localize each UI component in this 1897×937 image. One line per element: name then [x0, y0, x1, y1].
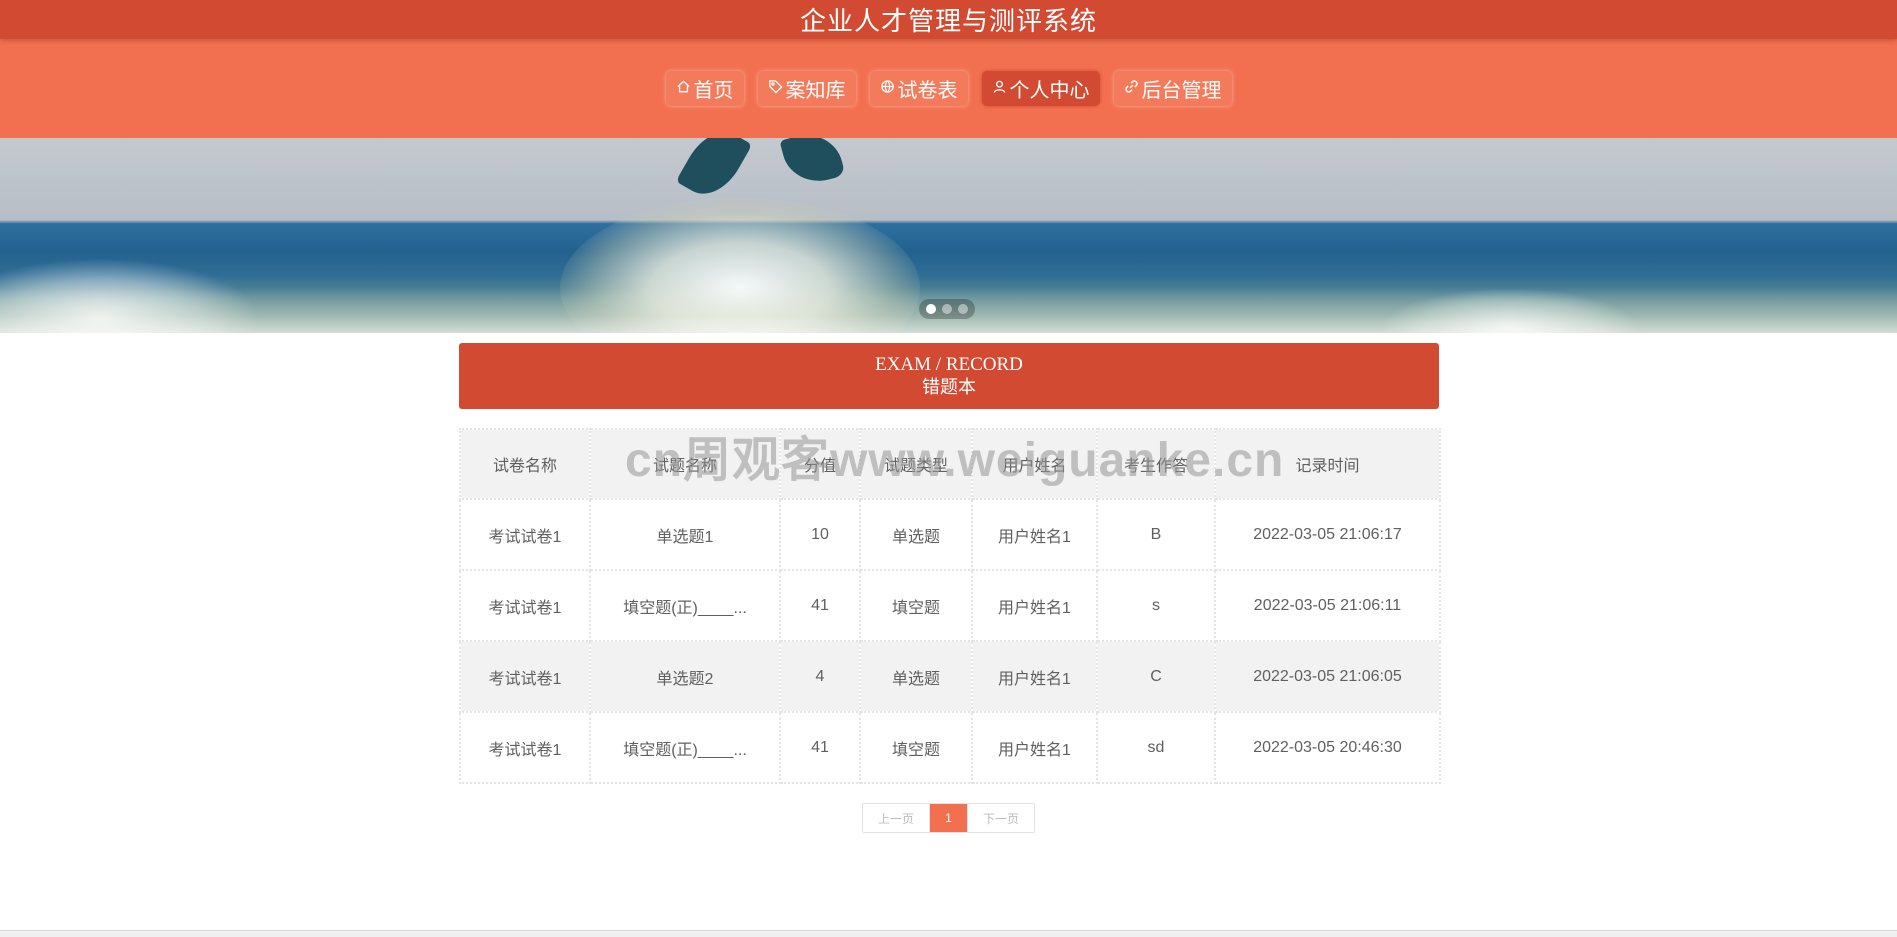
section-title-cn: 错题本 — [922, 377, 976, 397]
nav-item-label: 案知库 — [785, 80, 846, 102]
carousel-dot-3[interactable] — [958, 304, 968, 314]
carousel-indicators — [919, 299, 975, 319]
table-header-row: 试卷名称 试题名称 分值 试题类型 用户姓名 考生作答 记录时间 — [459, 428, 1441, 500]
wrong-answer-table: 试卷名称 试题名称 分值 试题类型 用户姓名 考生作答 记录时间 考试试卷1 单… — [459, 428, 1441, 784]
nav-item-label: 个人中心 — [1009, 80, 1090, 102]
table-row[interactable]: 考试试卷1 填空题(正)____... 41 填空题 用户姓名1 sd 2022… — [459, 711, 1441, 784]
section-header: EXAM / RECORD 错题本 — [459, 343, 1439, 409]
cell-record-time: 2022-03-05 21:06:11 — [1214, 569, 1441, 642]
cell-score: 10 — [779, 498, 861, 571]
cell-paper-name: 考试试卷1 — [459, 498, 591, 571]
cell-question-type: 单选题 — [859, 498, 973, 571]
cell-question-type: 填空题 — [859, 711, 973, 784]
pagination: 上一页 1 下一页 — [862, 803, 1035, 833]
carousel-dot-2[interactable] — [942, 304, 952, 314]
carousel-dot-1[interactable] — [926, 304, 936, 314]
cell-user-name: 用户姓名1 — [971, 498, 1098, 571]
cell-user-name: 用户姓名1 — [971, 640, 1098, 713]
cell-paper-name: 考试试卷1 — [459, 711, 591, 784]
cell-score: 4 — [779, 640, 861, 713]
user-icon — [992, 77, 1007, 100]
column-header: 考生作答 — [1096, 428, 1216, 500]
nav-item-home[interactable]: 首页 — [665, 71, 744, 106]
section-title-en: EXAM / RECORD — [875, 354, 1023, 375]
table-row[interactable]: 考试试卷1 单选题1 10 单选题 用户姓名1 B 2022-03-05 21:… — [459, 498, 1441, 571]
globe-icon — [880, 77, 895, 100]
nav-item-exam-papers[interactable]: 试卷表 — [869, 71, 968, 106]
cell-question-name: 单选题2 — [589, 640, 781, 713]
table-row[interactable]: 考试试卷1 单选题2 4 单选题 用户姓名1 C 2022-03-05 21:0… — [459, 640, 1441, 713]
column-header: 记录时间 — [1214, 428, 1441, 500]
nav-item-label: 后台管理 — [1141, 80, 1222, 102]
prev-page-button[interactable]: 上一页 — [863, 804, 930, 832]
cell-answer: s — [1096, 569, 1216, 642]
cell-question-name: 填空题(正)____... — [589, 569, 781, 642]
cell-paper-name: 考试试卷1 — [459, 640, 591, 713]
window-bottom-edge — [0, 930, 1897, 937]
cell-record-time: 2022-03-05 21:06:05 — [1214, 640, 1441, 713]
nav-item-label: 首页 — [693, 80, 734, 102]
cell-answer: C — [1096, 640, 1216, 713]
cell-answer: sd — [1096, 711, 1216, 784]
cell-user-name: 用户姓名1 — [971, 711, 1098, 784]
column-header: 试题类型 — [859, 428, 973, 500]
column-header: 分值 — [779, 428, 861, 500]
app-title: 企业人才管理与测评系统 — [0, 0, 1897, 39]
next-page-button[interactable]: 下一页 — [967, 804, 1034, 832]
cell-record-time: 2022-03-05 20:46:30 — [1214, 711, 1441, 784]
cell-answer: B — [1096, 498, 1216, 571]
column-header: 试题名称 — [589, 428, 781, 500]
dolphin-tail — [779, 138, 846, 190]
table-row[interactable]: 考试试卷1 填空题(正)____... 41 填空题 用户姓名1 s 2022-… — [459, 569, 1441, 642]
cell-user-name: 用户姓名1 — [971, 569, 1098, 642]
cell-question-name: 单选题1 — [589, 498, 781, 571]
cell-score: 41 — [779, 711, 861, 784]
cell-question-name: 填空题(正)____... — [589, 711, 781, 784]
wrong-answer-table-container: 试卷名称 试题名称 分值 试题类型 用户姓名 考生作答 记录时间 考试试卷1 单… — [459, 428, 1441, 784]
column-header: 用户姓名 — [971, 428, 1098, 500]
cell-question-type: 单选题 — [859, 640, 973, 713]
cell-record-time: 2022-03-05 21:06:17 — [1214, 498, 1441, 571]
main-nav: 首页 案知库 试卷表 个人中心 后台管理 — [0, 39, 1897, 138]
dolphin-fin — [675, 138, 753, 206]
nav-item-admin[interactable]: 后台管理 — [1113, 71, 1232, 106]
current-page-button[interactable]: 1 — [930, 804, 967, 832]
cell-paper-name: 考试试卷1 — [459, 569, 591, 642]
tag-icon — [768, 77, 783, 100]
cell-question-type: 填空题 — [859, 569, 973, 642]
cell-score: 41 — [779, 569, 861, 642]
home-icon — [676, 77, 691, 100]
nav-item-personal-center[interactable]: 个人中心 — [981, 71, 1100, 106]
link-icon — [1124, 77, 1139, 100]
nav-item-label: 试卷表 — [897, 80, 958, 102]
nav-item-knowledge[interactable]: 案知库 — [757, 71, 856, 106]
column-header: 试卷名称 — [459, 428, 591, 500]
